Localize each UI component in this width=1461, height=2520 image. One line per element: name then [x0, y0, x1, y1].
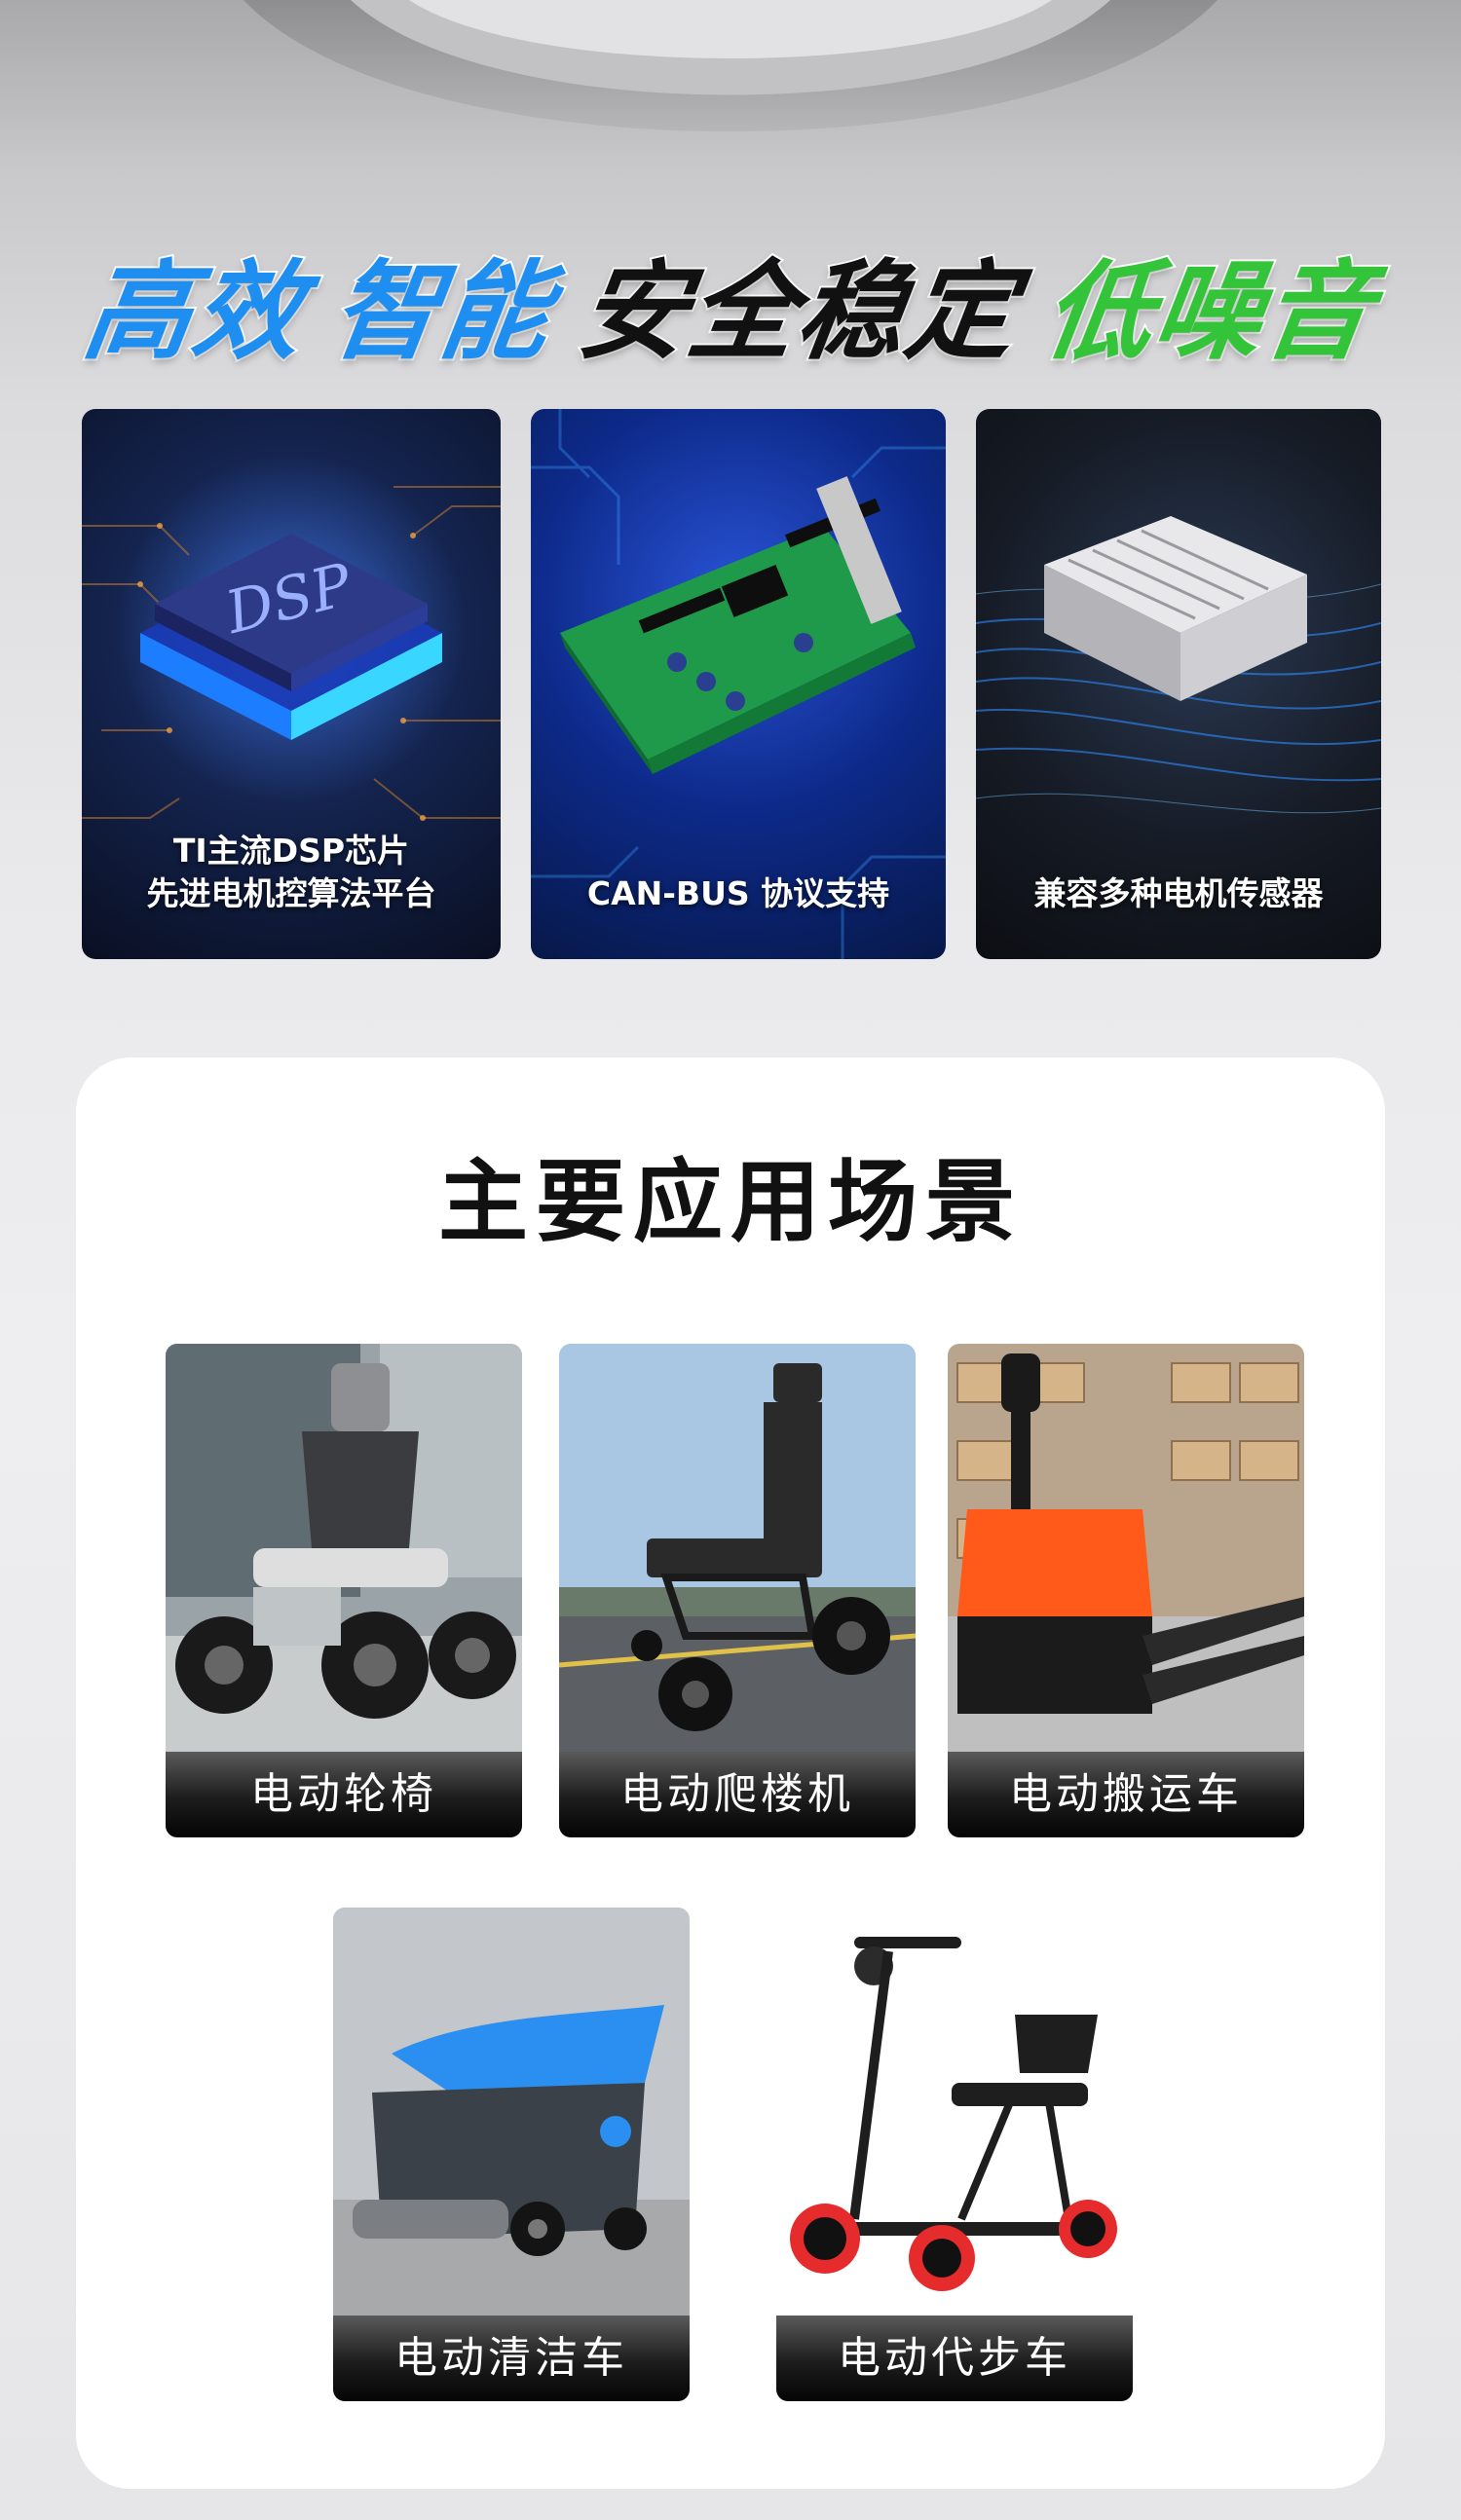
application-label: 电动代步车: [776, 2316, 1133, 2401]
application-label: 电动轮椅: [166, 1752, 522, 1837]
headline-word-low-noise: 低噪音: [1035, 247, 1384, 376]
feature-card-dsp: DSP TI主流DSP芯片 先进电机控算法平台: [82, 409, 501, 959]
headline-word-safe-stable: 安全稳定: [570, 247, 1028, 376]
application-card: 电动爬楼机: [559, 1344, 916, 1837]
application-label: 电动搬运车: [948, 1752, 1304, 1837]
feature-caption: 兼容多种电机传感器: [1033, 874, 1324, 912]
feature-card-sensors: 兼容多种电机传感器: [976, 409, 1381, 959]
feature-caption-line: TI主流DSP芯片: [172, 832, 410, 870]
applications-title: 主要应用场景: [437, 1150, 1023, 1254]
application-label: 电动爬楼机: [559, 1752, 916, 1837]
application-card: 电动轮椅: [166, 1344, 522, 1837]
feature-card-canbus: CAN-BUS 协议支持: [531, 409, 946, 959]
headline-word-smart: 智能: [322, 247, 562, 376]
feature-caption: CAN-BUS 协议支持: [586, 874, 890, 912]
electric-cleaning-vehicle-image: [333, 1908, 690, 2316]
application-card: 电动清洁车: [333, 1908, 690, 2401]
electric-pallet-truck-image: [948, 1344, 1304, 1753]
electric-stair-climber-image: [559, 1344, 916, 1753]
top-decoration: [244, 0, 1218, 131]
headline-word-efficient: 高效: [75, 247, 315, 376]
application-card: 电动搬运车: [948, 1344, 1304, 1837]
application-label: 电动清洁车: [333, 2316, 690, 2401]
application-card: 电动代步车: [776, 1908, 1133, 2401]
headline: 高效 智能 安全稳定 低噪音: [0, 234, 1461, 376]
electric-wheelchair-image: [166, 1344, 522, 1753]
electric-mobility-scooter-image: [776, 1908, 1133, 2316]
feature-caption-line: 先进电机控算法平台: [146, 874, 436, 912]
